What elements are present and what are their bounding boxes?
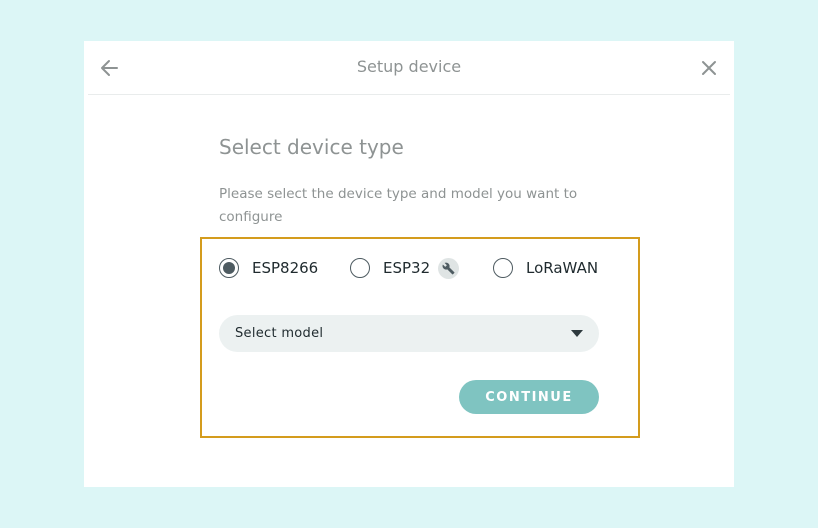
section-description: Please select the device type and model … [219,186,578,225]
setup-device-dialog: Setup device Select device type Please s… [84,41,734,487]
dialog-header: Setup device [88,41,730,95]
radio-esp32[interactable]: ESP32 [350,256,460,280]
close-icon [702,61,716,75]
model-select-value: Select model [235,326,324,341]
section-heading: Select device type [219,135,404,159]
radio-lorawan[interactable]: LoRaWAN [493,256,598,280]
radio-button[interactable] [219,258,239,278]
radio-label: LoRaWAN [526,259,599,277]
radio-esp8266[interactable]: ESP8266 [219,256,318,280]
model-select[interactable]: Select model [219,315,599,352]
radio-button[interactable] [350,258,370,278]
radio-button[interactable] [493,258,513,278]
radio-selected-dot [223,262,235,274]
caret-down-icon [571,330,583,337]
wrench-icon [438,257,460,279]
radio-label: ESP8266 [252,259,319,277]
continue-button[interactable]: CONTINUE [459,380,599,414]
radio-label: ESP32 [383,259,431,277]
close-button[interactable] [696,55,722,81]
dialog-title: Setup device [356,57,462,76]
